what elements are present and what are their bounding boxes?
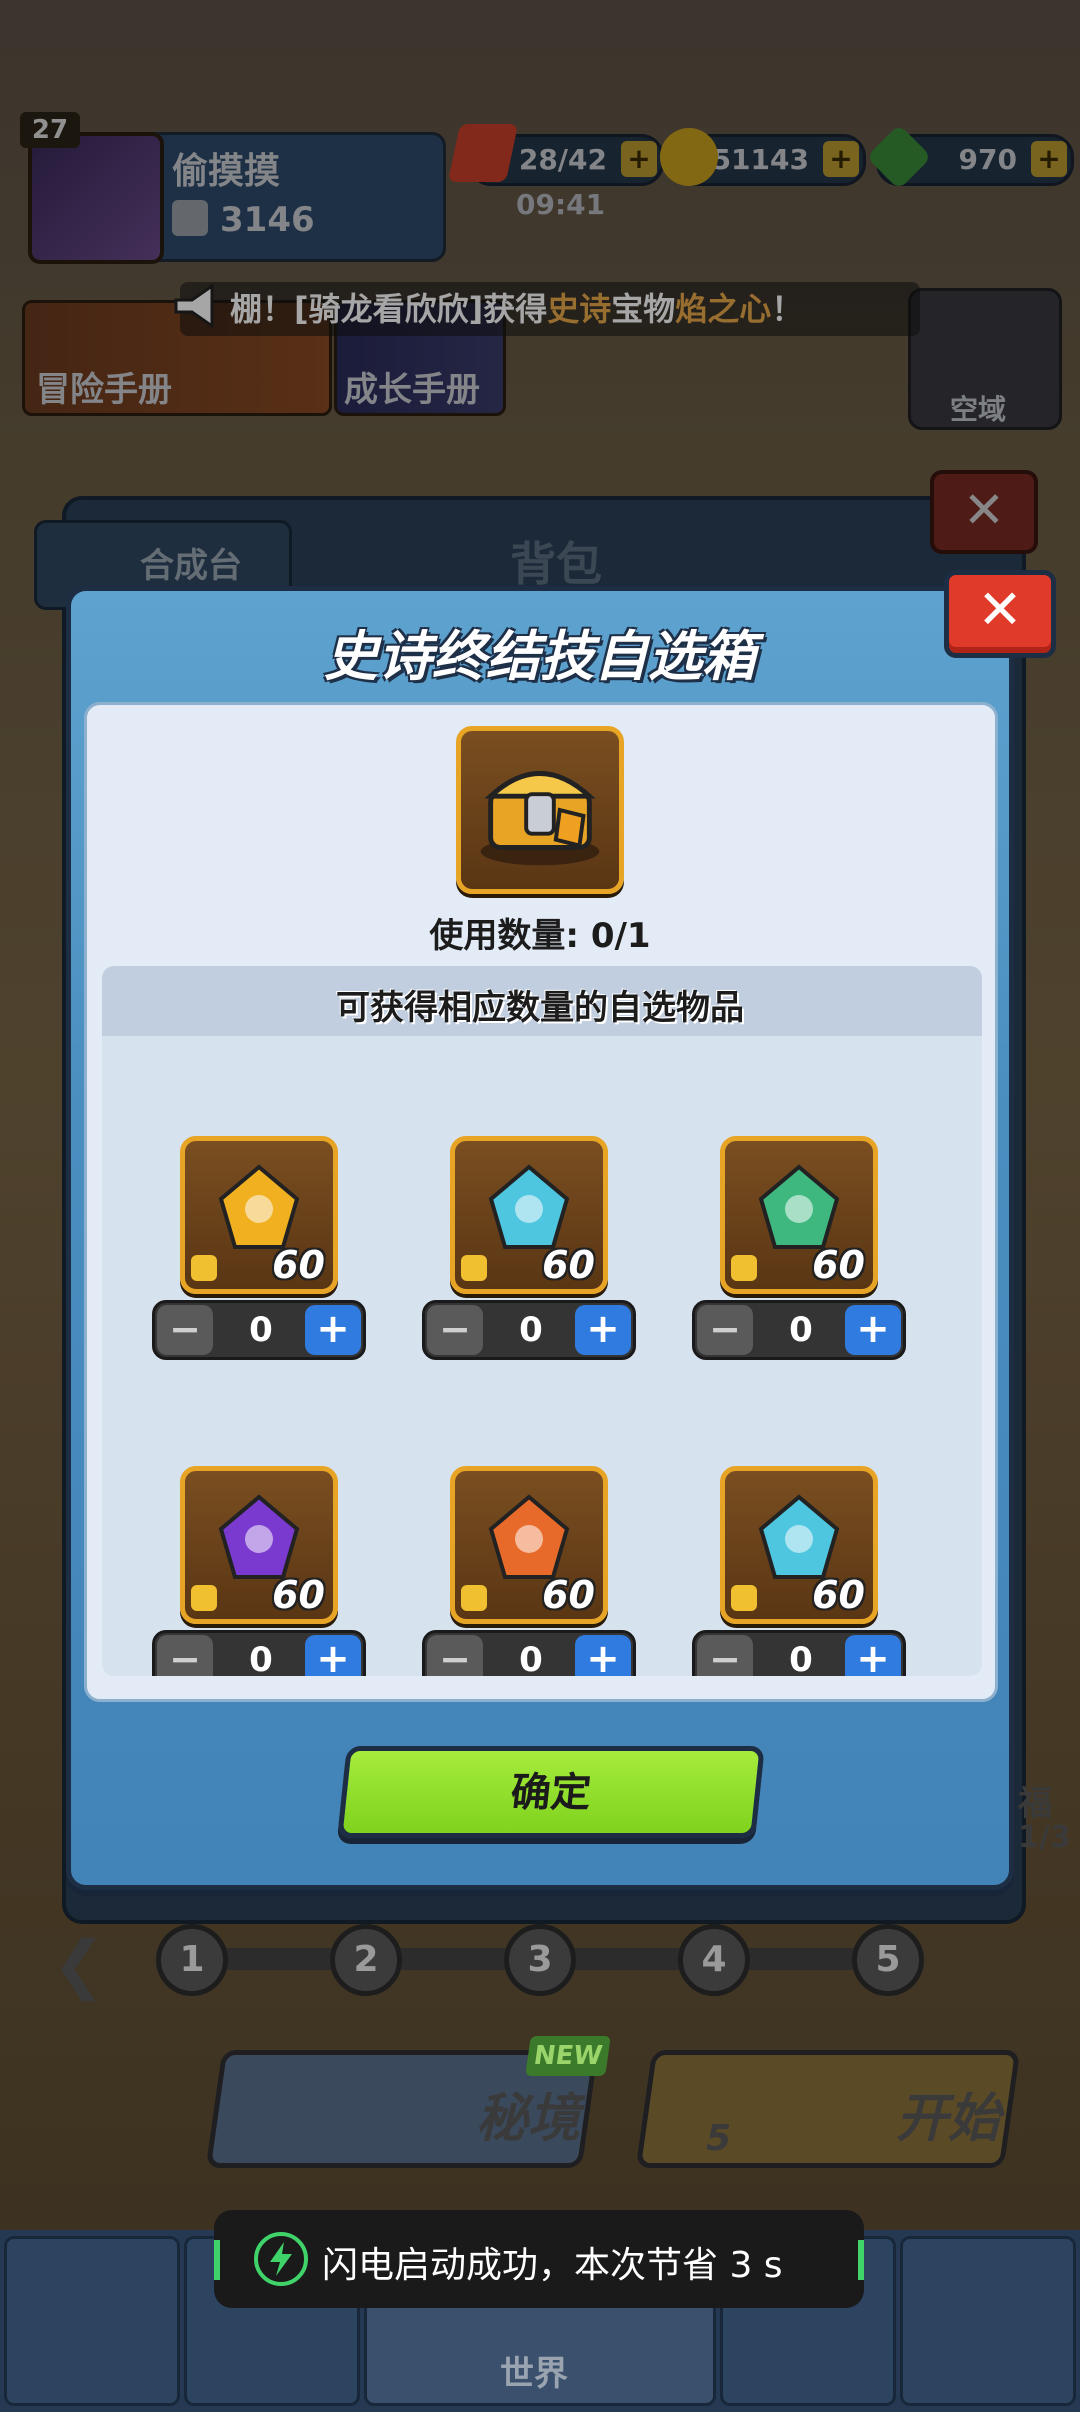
item-quantity: 60 [812, 1573, 865, 1617]
item-count-value: 0 [789, 1310, 813, 1350]
item-quantity: 60 [542, 1243, 595, 1287]
fragment-icon [191, 1255, 217, 1281]
item-count-value: 0 [249, 1310, 273, 1350]
reward-item[interactable]: 60 [180, 1466, 338, 1624]
item-quantity: 60 [812, 1243, 865, 1287]
increase-button[interactable]: + [575, 1635, 631, 1676]
fragment-icon [461, 1255, 487, 1281]
item-quantity: 60 [272, 1243, 325, 1287]
item-count-stepper[interactable]: −0 + [692, 1630, 906, 1676]
increase-button[interactable]: + [845, 1635, 901, 1676]
item-count-value: 0 [249, 1640, 273, 1676]
reward-item[interactable]: 60 [450, 1466, 608, 1624]
decrease-button[interactable]: − [157, 1305, 213, 1355]
lightning-circle-icon [254, 2232, 308, 2286]
nav-tab-castle[interactable] [4, 2236, 180, 2406]
fragment-icon [731, 1585, 757, 1611]
fragment-icon [461, 1585, 487, 1611]
stage-node[interactable]: 2 [330, 1924, 402, 1996]
item-quantity: 60 [272, 1573, 325, 1617]
prev-chapter-arrow-icon[interactable]: ❮ [52, 1928, 106, 2002]
item-count-value: 0 [519, 1640, 543, 1676]
dialog-close-button[interactable]: ✕ [944, 570, 1056, 658]
item-quantity: 60 [542, 1573, 595, 1617]
decrease-button[interactable]: − [697, 1305, 753, 1355]
side-event-label[interactable]: 福 [1018, 1776, 1052, 1825]
fragment-icon [731, 1255, 757, 1281]
increase-button[interactable]: + [575, 1305, 631, 1355]
item-count-value: 0 [519, 1310, 543, 1350]
item-count-stepper[interactable]: −0 + [692, 1300, 906, 1360]
reward-item[interactable]: 60 [450, 1136, 608, 1294]
stage-node[interactable]: 5 [852, 1924, 924, 1996]
stage-node[interactable]: 4 [678, 1924, 750, 1996]
nav-world-label: 世界 [500, 2354, 568, 2394]
new-badge: NEW [525, 2036, 611, 2076]
dialog-title: 史诗终结技自选箱 [324, 625, 756, 688]
treasure-chest-icon [456, 726, 624, 894]
item-count-stepper[interactable]: −0 + [152, 1300, 366, 1360]
subtitle-text: 可获得相应数量的自选物品 [336, 988, 744, 1028]
toast-accent-right [858, 2240, 864, 2280]
stage-node[interactable]: 1 [156, 1924, 228, 1996]
toast-accent-left [214, 2240, 220, 2280]
start-label: 开始 [896, 2089, 1001, 2149]
decrease-button[interactable]: − [427, 1635, 483, 1676]
item-count-stepper[interactable]: −0 + [422, 1630, 636, 1676]
toast-text: 闪电启动成功，本次节省 3 s [322, 2245, 783, 2286]
increase-button[interactable]: + [845, 1305, 901, 1355]
decrease-button[interactable]: − [427, 1305, 483, 1355]
reward-item[interactable]: 60 [180, 1136, 338, 1294]
nav-tab-home[interactable] [900, 2236, 1076, 2406]
confirm-button[interactable]: 确定 [337, 1746, 765, 1838]
side-event-progress: 1/3 [1018, 1820, 1071, 1855]
secret-realm-label: 秘境 [476, 2089, 581, 2149]
reward-item[interactable]: 60 [720, 1466, 878, 1624]
increase-button[interactable]: + [305, 1305, 361, 1355]
decrease-button[interactable]: − [697, 1635, 753, 1676]
item-count-value: 0 [789, 1640, 813, 1676]
increase-button[interactable]: + [305, 1635, 361, 1676]
item-count-stepper[interactable]: −0 + [152, 1630, 366, 1676]
stage-node[interactable]: 3 [504, 1924, 576, 1996]
start-energy-cost: 5 [706, 2118, 732, 2159]
item-grid[interactable]: 60−0 +60−0 +60−0 +60−0 +60−0 +60−0 + [102, 1036, 982, 1676]
decrease-button[interactable]: − [157, 1635, 213, 1676]
item-count-stepper[interactable]: −0 + [422, 1300, 636, 1360]
reward-item[interactable]: 60 [720, 1136, 878, 1294]
fragment-icon [191, 1585, 217, 1611]
use-count-label: 使用数量: 0/1 [429, 916, 651, 956]
